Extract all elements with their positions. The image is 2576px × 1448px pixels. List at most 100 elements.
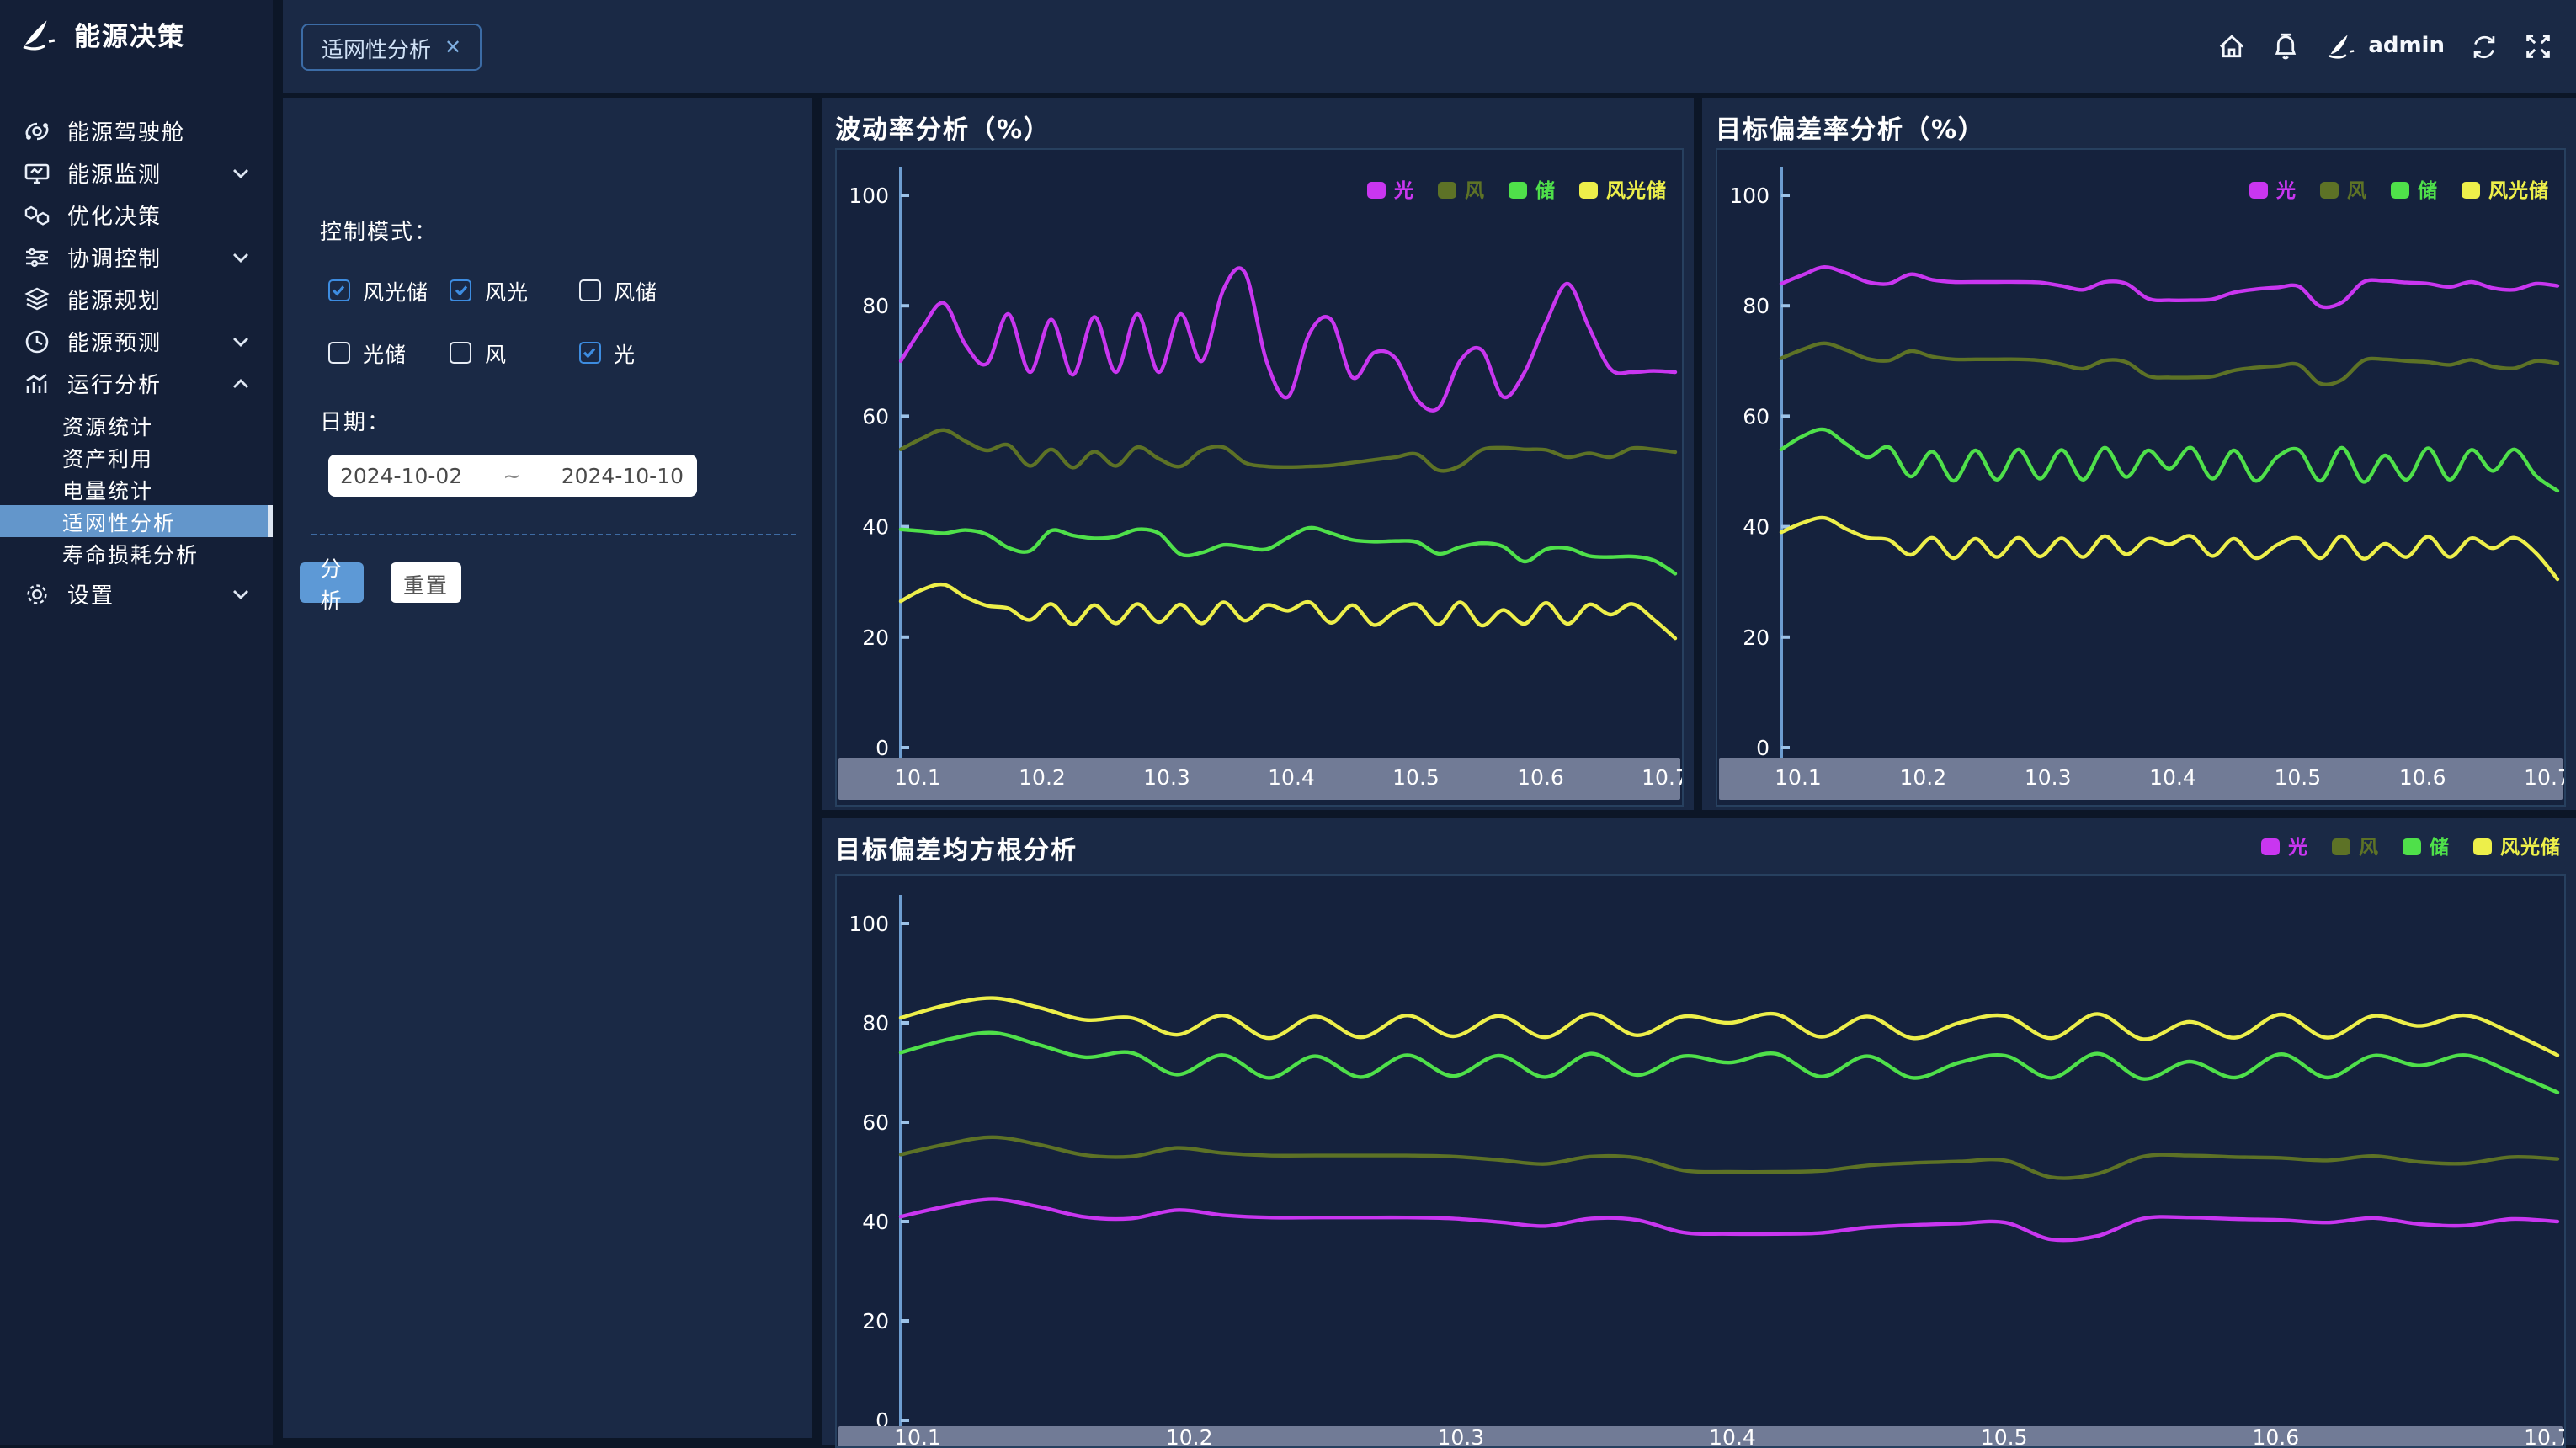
legend-swatch (2403, 838, 2421, 855)
sidebar-item-coordination-control[interactable]: 协调控制 (0, 236, 273, 278)
checkbox-wind-solar-storage[interactable]: 风光储 (327, 274, 428, 306)
checkbox-label: 风 (485, 337, 507, 369)
series-line-风 (1781, 343, 2557, 385)
sidebar-item-settings[interactable]: 设置 (0, 572, 273, 615)
x-axis-label: 10.6 (1517, 765, 1564, 790)
date-range-input[interactable]: 2024-10-02 ~ 2024-10-10 (327, 455, 696, 497)
sidebar-item-energy-monitoring[interactable]: 能源监测 (0, 152, 273, 194)
chart-title: 目标偏差均方根分析 (835, 832, 1078, 867)
checkbox-wind-storage[interactable]: 风储 (578, 274, 657, 306)
legend-item-光[interactable]: 光 (2261, 833, 2308, 860)
legend-item-风光储[interactable]: 风光储 (1579, 177, 1667, 204)
x-axis-label: 10.5 (2274, 765, 2321, 790)
sidebar-item-label: 能源驾驶舱 (67, 114, 185, 146)
user-menu[interactable]: admin (2324, 32, 2445, 61)
fullscreen-icon[interactable] (2524, 32, 2552, 61)
bell-icon[interactable] (2270, 32, 2299, 61)
sidebar-item-energy-planning[interactable]: 能源规划 (0, 278, 273, 320)
x-axis-label: 10.1 (894, 1425, 941, 1446)
legend-item-储[interactable]: 储 (2391, 177, 2438, 204)
legend-label: 储 (1535, 177, 1556, 204)
checkbox-label: 风储 (614, 274, 657, 306)
series-line-风光储 (1781, 518, 2557, 579)
decision-icon (24, 201, 51, 228)
sidebar-item-power-stats[interactable]: 电量统计 (0, 473, 273, 505)
checkbox-box[interactable] (578, 279, 600, 301)
sidebar-item-energy-cockpit[interactable]: 能源驾驶舱 (0, 109, 273, 152)
series-line-光 (901, 268, 1675, 410)
legend-item-风光储[interactable]: 风光储 (2473, 833, 2561, 860)
checkbox-solar-storage[interactable]: 光储 (327, 337, 407, 369)
y-axis-label: 20 (862, 626, 889, 650)
chevron-down-icon (232, 581, 249, 606)
x-axis-label: 10.2 (1019, 765, 1066, 790)
chart-legend: 光风储风光储 (2249, 177, 2549, 204)
legend-item-储[interactable]: 储 (1509, 177, 1556, 204)
layers-icon (24, 285, 51, 312)
chevron-down-icon (232, 328, 249, 354)
checkbox-wind[interactable]: 风 (450, 337, 507, 369)
legend-item-风[interactable]: 风 (2332, 833, 2379, 860)
y-axis-label: 40 (1743, 515, 1770, 540)
sidebar-item-optimization-decision[interactable]: 优化决策 (0, 194, 273, 236)
legend-item-储[interactable]: 储 (2403, 833, 2450, 860)
checkbox-wind-solar[interactable]: 风光 (450, 274, 529, 306)
legend-item-光[interactable]: 光 (1367, 177, 1414, 204)
topbar: 适网性分析 ✕ admin (283, 0, 2576, 93)
home-icon[interactable] (2217, 32, 2245, 61)
datazoom-slider[interactable] (838, 1426, 2563, 1446)
x-axis-label: 10.5 (1392, 765, 1440, 790)
gear-icon (24, 580, 51, 607)
checkbox-box[interactable] (450, 279, 471, 301)
topbar-actions: admin (2217, 0, 2552, 93)
chart-title: 目标偏差率分析（%） (1716, 111, 1985, 146)
checkbox-box[interactable] (450, 342, 471, 364)
legend-item-风[interactable]: 风 (2320, 177, 2367, 204)
legend-swatch (2462, 182, 2480, 199)
x-axis-label: 10.6 (2252, 1425, 2299, 1446)
legend-label: 储 (2430, 833, 2450, 860)
sidebar-nav: 能源驾驶舱 能源监测 优化决策 (0, 109, 273, 615)
sliders-icon (24, 243, 51, 270)
sidebar-item-life-loss-analysis[interactable]: 寿命损耗分析 (0, 537, 273, 569)
y-axis-label: 80 (862, 294, 889, 318)
legend-label: 光 (2276, 177, 2297, 204)
close-icon[interactable]: ✕ (444, 35, 461, 59)
legend-item-风光储[interactable]: 风光储 (2462, 177, 2549, 204)
refresh-icon[interactable] (2470, 32, 2499, 61)
sidebar-item-grid-adaptability[interactable]: 适网性分析 (0, 505, 273, 537)
checkbox-box[interactable] (327, 342, 349, 364)
sidebar-item-asset-utilization[interactable]: 资产利用 (0, 441, 273, 473)
checkbox-box[interactable] (578, 342, 600, 364)
chart-title: 波动率分析（%） (835, 111, 1051, 146)
y-axis-label: 100 (849, 184, 889, 208)
date-separator: ~ (475, 463, 549, 488)
tab-grid-adaptability[interactable]: 适网性分析 ✕ (301, 24, 482, 71)
reset-button[interactable]: 重置 (391, 562, 461, 603)
series-line-风 (901, 430, 1675, 471)
sidebar-item-operation-analysis[interactable]: 运行分析 (0, 362, 273, 404)
tab-label: 适网性分析 (322, 31, 431, 63)
series-line-储 (1781, 429, 2557, 491)
sidebar-item-resource-stats[interactable]: 资源统计 (0, 409, 273, 441)
chart-legend: 光风 储风光储 (2261, 833, 2561, 860)
series-line-储 (901, 1033, 2557, 1093)
analyze-button[interactable]: 分析 (300, 562, 364, 603)
checkbox-solar[interactable]: 光 (578, 337, 636, 369)
x-axis-label: 10.4 (2149, 765, 2196, 790)
series-line-风 (901, 1137, 2557, 1179)
legend-label: 风光储 (1606, 177, 1667, 204)
legend-item-光[interactable]: 光 (2249, 177, 2297, 204)
series-line-储 (901, 528, 1675, 574)
chevron-down-icon (232, 160, 249, 185)
checkbox-box[interactable] (327, 279, 349, 301)
y-axis-label: 80 (862, 1011, 889, 1035)
sidebar-submenu: 资源统计 资产利用 电量统计 适网性分析 寿命损耗分析 (0, 409, 273, 569)
series-line-光 (1781, 267, 2557, 307)
target-deviation-chart-card: 目标偏差率分析（%） 02040608010010.110.210.310.41… (1702, 98, 2576, 810)
sidebar-item-energy-forecast[interactable]: 能源预测 (0, 320, 273, 362)
legend-item-风[interactable]: 风 (1438, 177, 1485, 204)
legend-swatch (1438, 182, 1456, 199)
app-root: 能源决策 能源驾驶舱 能源监测 (0, 0, 2576, 1445)
legend-label: 光 (2288, 833, 2308, 860)
